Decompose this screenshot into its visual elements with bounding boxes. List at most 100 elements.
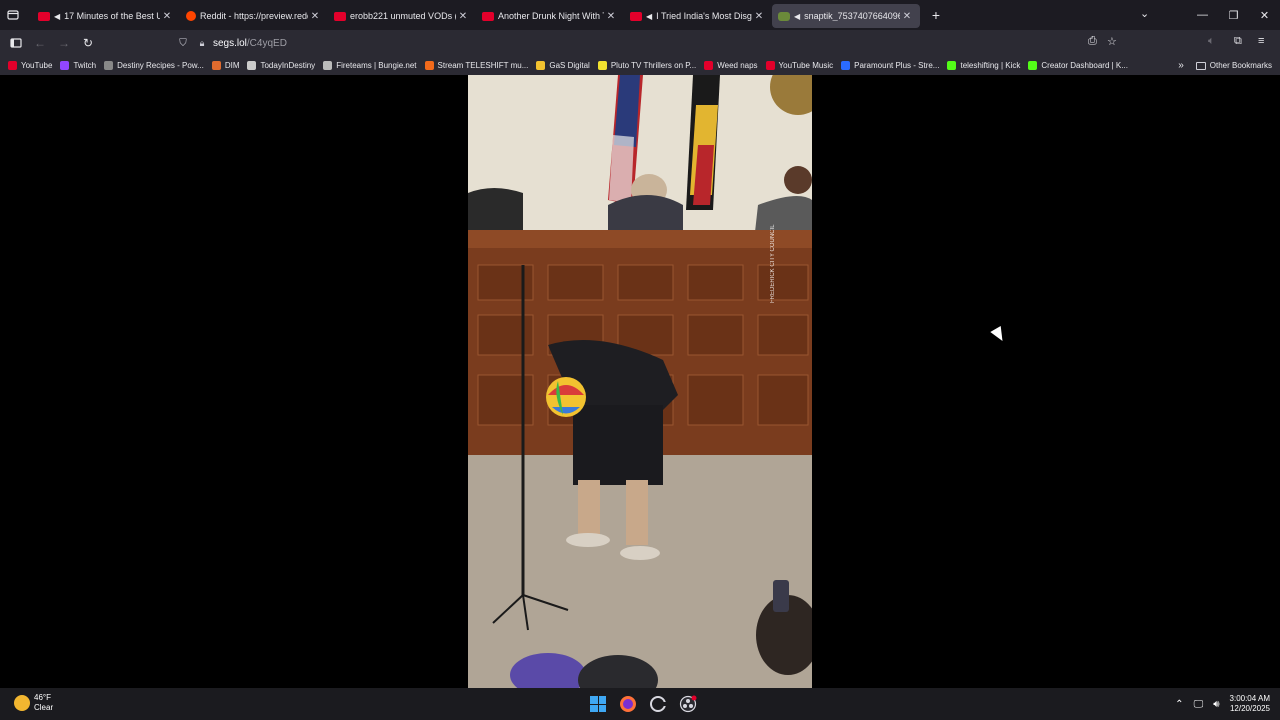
bookmark-favicon-icon: [424, 61, 434, 70]
tab-close-icon[interactable]: ✕: [456, 11, 470, 22]
system-clock[interactable]: 3:00:04 AM 12/20/2025: [1230, 694, 1270, 714]
bookmark-item[interactable]: teleshifting | Kick: [947, 61, 1020, 70]
bookmark-favicon-icon: [323, 61, 333, 70]
clock-date: 12/20/2025: [1229, 704, 1270, 713]
mouse-cursor-icon: [990, 325, 1008, 345]
bookmark-item[interactable]: Stream TELESHIFT mu...: [424, 61, 528, 70]
bookmark-label: Destiny Recipes - Pow...: [117, 61, 204, 70]
bookmark-item[interactable]: Destiny Recipes - Pow...: [104, 61, 204, 70]
tab-close-icon[interactable]: ✕: [900, 11, 914, 22]
window-controls: — ❐ ✕: [1187, 0, 1280, 30]
sidebar-icon: [10, 38, 22, 48]
bookmark-item[interactable]: TodayInDestiny: [247, 61, 315, 70]
browser-tab[interactable]: ◀ snaptik_753740766409616✕: [772, 4, 920, 28]
tab-close-icon[interactable]: ✕: [604, 11, 618, 22]
bookmark-item[interactable]: Fireteams | Bungie.net: [323, 61, 417, 70]
reddit-icon: [186, 11, 196, 21]
tab-overflow-chevron-icon[interactable]: ⌄: [1140, 7, 1149, 20]
tab-title: 17 Minutes of the Best Un: [64, 11, 160, 21]
browser-tab[interactable]: erobb221 unmuted VODs (with✕: [328, 4, 476, 28]
bookmark-favicon-icon: [947, 61, 957, 70]
bookmark-label: Fireteams | Bungie.net: [336, 61, 417, 70]
bookmark-label: DIM: [224, 61, 240, 70]
bookmark-label: Paramount Plus - Stre...: [854, 61, 940, 70]
list-all-tabs-button[interactable]: [0, 0, 26, 30]
bookmark-label: Weed naps: [717, 61, 758, 70]
weather-condition: Clear: [34, 703, 54, 712]
minimize-button[interactable]: —: [1187, 9, 1218, 21]
tab-close-icon[interactable]: ✕: [752, 11, 766, 22]
tab-title: I Tried India's Most Disgust: [656, 11, 752, 21]
browser-tab[interactable]: Reddit - https://preview.redd.it ✕: [180, 4, 328, 28]
bookmark-label: Twitch: [73, 61, 97, 70]
youtube-icon: [630, 11, 642, 21]
bookmark-label: YouTube: [21, 61, 53, 70]
url-host: segs.lol: [213, 37, 247, 49]
tab-title: erobb221 unmuted VODs (with: [350, 11, 456, 21]
volume-icon[interactable]: 🔊︎: [1213, 699, 1219, 710]
browser-tab[interactable]: Another Drunk Night With The✕: [476, 4, 624, 28]
windows-taskbar: 46°F Clear ⌃ 🖵︎ 🔊︎ 3:00:04 AM 12/20/2025: [0, 688, 1280, 720]
tab-audio-icon[interactable]: ◀: [54, 12, 60, 21]
browser-tab[interactable]: ◀ 17 Minutes of the Best Un ✕: [32, 4, 180, 28]
video-frame: FREDERICK CITY COUNCIL: [468, 75, 812, 688]
new-tab-button[interactable]: +: [924, 3, 948, 27]
site-info-lock-icon[interactable]: 🔒︎: [196, 38, 208, 49]
reader-view-icon[interactable]: ⎙: [1088, 35, 1097, 48]
tab-list-icon: [7, 10, 19, 20]
firefox-icon: [620, 696, 636, 712]
tab-title: snaptik_753740766409616: [804, 11, 900, 21]
chevron-up-icon[interactable]: ⌃: [1175, 699, 1183, 710]
obs-taskbar-button[interactable]: [676, 692, 700, 716]
extensions-icon[interactable]: ⧉: [1234, 35, 1242, 48]
tab-title: Another Drunk Night With The: [498, 11, 604, 21]
youtube-icon: [334, 11, 346, 21]
start-button[interactable]: [586, 692, 610, 716]
browser-tab[interactable]: ◀ I Tried India's Most Disgust✕: [624, 4, 772, 28]
bookmark-item[interactable]: YouTube: [8, 61, 52, 70]
bookmark-favicon-icon: [104, 61, 114, 70]
bookmark-favicon-icon: [536, 61, 546, 70]
snaptik-icon: [778, 11, 790, 21]
bookmark-item[interactable]: Twitch: [60, 61, 96, 70]
bookmark-item[interactable]: DIM: [211, 61, 240, 70]
reload-button[interactable]: ↻: [76, 31, 100, 55]
bookmark-favicon-icon: [765, 61, 775, 70]
address-bar[interactable]: ⛉ 🔒︎ segs.lol/C4yqED: [176, 33, 1126, 53]
bookmark-item[interactable]: Pluto TV Thrillers on P...: [597, 61, 697, 70]
tracking-protection-shield-icon[interactable]: ⛉: [176, 38, 190, 49]
youtube-icon: [38, 11, 50, 21]
bookmark-favicon-icon: [597, 61, 607, 70]
page-content: FREDERICK CITY COUNCIL: [0, 75, 1280, 688]
bookmarks-toolbar: YouTube Twitch Destiny Recipes - Pow... DIM…: [0, 56, 1280, 75]
back-button[interactable]: ←: [28, 31, 52, 55]
close-window-button[interactable]: ✕: [1249, 9, 1280, 22]
system-tray: ⌃ 🖵︎ 🔊︎ 3:00:04 AM 12/20/2025: [1175, 694, 1270, 714]
bookmark-item[interactable]: YouTube Music: [765, 61, 833, 70]
ccleaner-taskbar-button[interactable]: [646, 692, 670, 716]
bookmark-label: Pluto TV Thrillers on P...: [610, 61, 697, 70]
network-icon[interactable]: 🖵︎: [1194, 699, 1204, 710]
bookmark-item[interactable]: GaS Digital: [536, 61, 590, 70]
bookmark-item[interactable]: Paramount Plus - Stre...: [841, 61, 939, 70]
firefox-taskbar-button[interactable]: [616, 692, 640, 716]
bookmark-label: teleshifting | Kick: [960, 61, 1021, 70]
bookmark-star-icon[interactable]: ☆: [1107, 35, 1117, 48]
bookmark-item[interactable]: Creator Dashboard | K...: [1028, 61, 1128, 70]
tab-audio-icon[interactable]: ◀: [794, 12, 800, 21]
speaker-icon[interactable]: 🔈︎: [1208, 35, 1215, 48]
bookmarks-overflow-chevron-icon[interactable]: »: [1178, 60, 1184, 71]
sidebar-toggle-button[interactable]: [4, 31, 28, 55]
menu-hamburger-icon[interactable]: ≡: [1258, 35, 1264, 47]
bookmark-item[interactable]: Weed naps: [704, 61, 758, 70]
video-watermark: FREDERICK CITY COUNCIL: [770, 224, 776, 303]
tab-close-icon[interactable]: ✕: [308, 11, 322, 22]
tab-title: Reddit - https://preview.redd.it: [200, 11, 308, 21]
tab-close-icon[interactable]: ✕: [160, 11, 174, 22]
forward-button[interactable]: →: [52, 31, 76, 55]
maximize-button[interactable]: ❐: [1218, 9, 1249, 22]
video-player[interactable]: FREDERICK CITY COUNCIL: [468, 75, 812, 688]
weather-widget[interactable]: 46°F Clear: [14, 693, 53, 713]
other-bookmarks-link[interactable]: Other Bookmarks: [1210, 61, 1272, 70]
tab-audio-icon[interactable]: ◀: [646, 12, 652, 21]
